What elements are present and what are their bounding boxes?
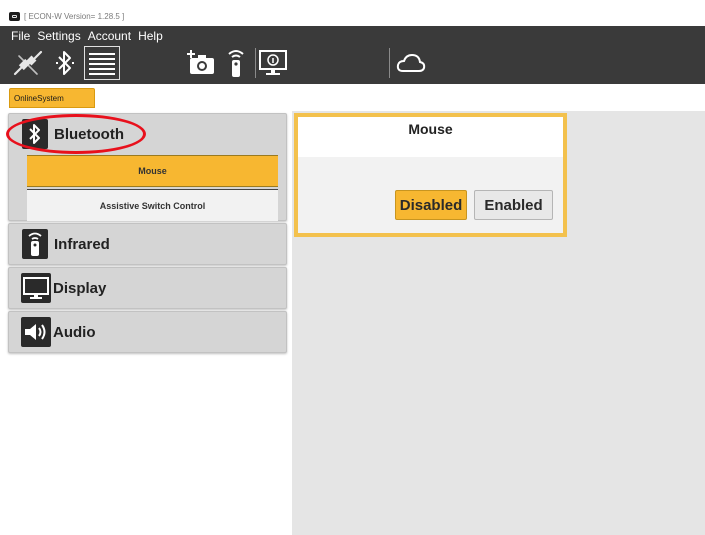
category-audio[interactable]: Audio xyxy=(8,311,287,353)
speaker-icon xyxy=(21,317,51,347)
disabled-button[interactable]: Disabled xyxy=(395,190,467,220)
category-label: Infrared xyxy=(54,235,110,253)
title-bar: [ ECON-W Version= 1.28.5 ] xyxy=(0,0,705,26)
menu-account[interactable]: Account xyxy=(88,29,131,43)
app-logo-icon xyxy=(9,12,20,21)
add-camera-icon[interactable] xyxy=(186,47,216,79)
category-label: Display xyxy=(53,279,107,297)
monitor-info-icon[interactable] xyxy=(258,47,288,79)
menu-bar: File Settings Account Help xyxy=(11,29,163,43)
subitem-assistive-switch-control[interactable]: Assistive Switch Control xyxy=(27,189,278,221)
category-display[interactable]: Display xyxy=(8,267,287,309)
window-title: [ ECON-W Version= 1.28.5 ] xyxy=(24,12,125,21)
toolbar-separator xyxy=(255,48,256,78)
enabled-button[interactable]: Enabled xyxy=(474,190,553,220)
category-audio-header[interactable]: Audio xyxy=(9,312,286,352)
mouse-settings-card: Mouse Disabled Enabled xyxy=(294,113,567,237)
menu-settings[interactable]: Settings xyxy=(37,29,80,43)
monitor-icon xyxy=(21,273,51,303)
menu-file[interactable]: File xyxy=(11,29,30,43)
menu-help[interactable]: Help xyxy=(138,29,163,43)
tab-onlinesystem[interactable]: OnlineSystem xyxy=(9,88,95,108)
category-display-header[interactable]: Display xyxy=(9,268,286,308)
annotation-ellipse xyxy=(6,114,146,154)
category-infrared-header[interactable]: Infrared xyxy=(9,224,286,264)
bluetooth-icon[interactable] xyxy=(52,47,78,79)
infrared-remote-icon xyxy=(22,229,48,259)
cloud-icon[interactable] xyxy=(394,47,428,79)
list-view-icon[interactable] xyxy=(84,46,120,80)
infrared-remote-icon[interactable] xyxy=(224,47,248,79)
category-infrared[interactable]: Infrared xyxy=(8,223,287,265)
toolbar-separator xyxy=(389,48,390,78)
card-title: Mouse xyxy=(408,121,453,137)
card-header: Mouse xyxy=(298,117,563,157)
category-label: Audio xyxy=(53,323,96,341)
tab-strip xyxy=(0,84,705,111)
subitem-mouse[interactable]: Mouse xyxy=(27,155,278,187)
plug-disconnected-icon[interactable] xyxy=(11,47,45,79)
